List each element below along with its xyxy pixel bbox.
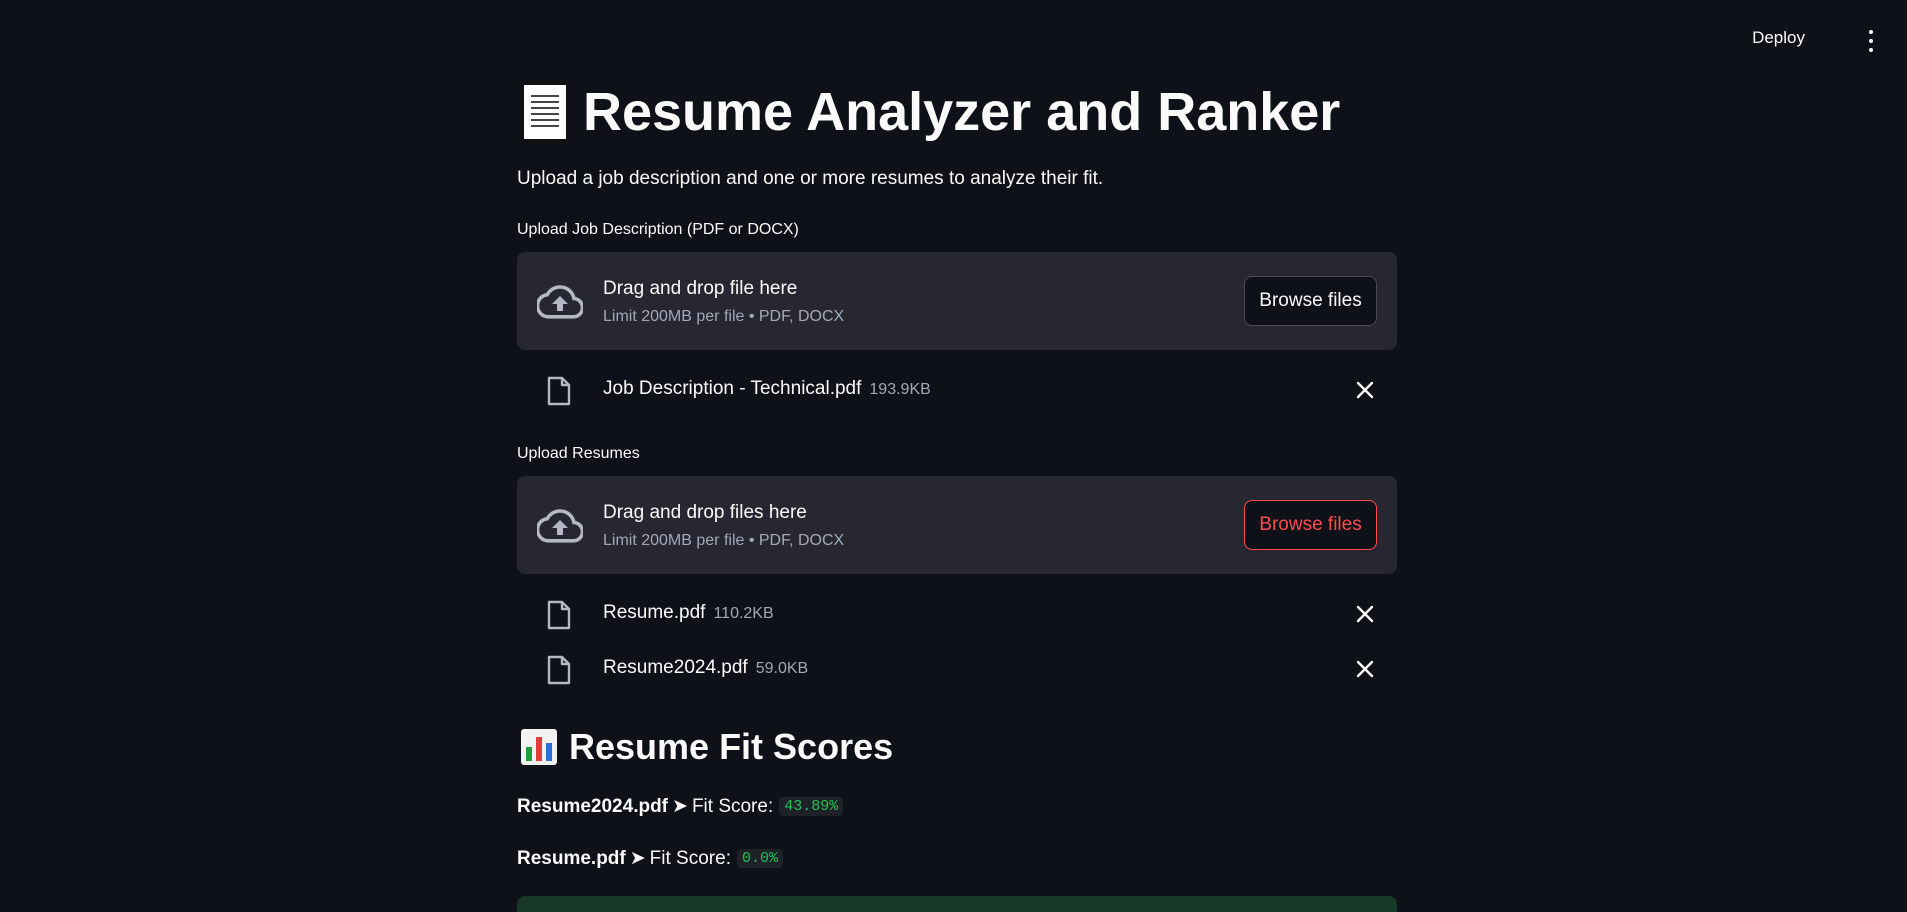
page-facing-up-icon — [521, 82, 569, 142]
cloud-upload-icon — [537, 509, 583, 543]
score-label: Fit Score: — [691, 795, 774, 817]
page-title: Resume Analyzer and Ranker — [517, 78, 1340, 146]
score-value: 0.0% — [736, 849, 783, 868]
resumes-label: Upload Resumes — [517, 445, 640, 462]
file-size: 59.0KB — [755, 660, 809, 677]
dropzone-limit-text: Limit 200MB per file • PDF, DOCX — [603, 532, 845, 549]
browse-files-button[interactable]: Browse files — [1244, 276, 1377, 326]
file-size: 110.2KB — [713, 605, 774, 622]
file-name: Job Description - Technical.pdf — [603, 378, 862, 399]
arrow-icon: ➤ — [629, 848, 646, 869]
uploaded-file-row: Job Description - Technical.pdf 193.9KB — [517, 370, 1397, 410]
file-icon — [547, 600, 571, 630]
resumes-dropzone[interactable]: Drag and drop files here Limit 200MB per… — [517, 476, 1397, 574]
results-title-text: Resume Fit Scores — [569, 726, 894, 767]
file-icon — [547, 655, 571, 685]
page-subtitle: Upload a job description and one or more… — [517, 168, 1104, 189]
score-line: Resume.pdf ➤ Fit Score: 0.0% — [517, 847, 783, 870]
top-toolbar: Deploy — [0, 0, 1907, 80]
job-description-dropzone[interactable]: Drag and drop file here Limit 200MB per … — [517, 252, 1397, 350]
job-description-label: Upload Job Description (PDF or DOCX) — [517, 221, 799, 238]
more-vertical-icon[interactable] — [1863, 30, 1879, 52]
results-title: Resume Fit Scores — [517, 726, 893, 768]
score-label: Fit Score: — [649, 847, 731, 869]
file-name: Resume.pdf — [603, 602, 706, 623]
dropzone-limit-text: Limit 200MB per file • PDF, DOCX — [603, 308, 845, 325]
page-title-text: Resume Analyzer and Ranker — [583, 82, 1341, 142]
bar-chart-icon — [521, 729, 557, 765]
dropzone-title: Drag and drop files here — [603, 502, 807, 523]
uploaded-file-row: Resume.pdf 110.2KB — [517, 594, 1397, 634]
file-icon — [547, 376, 571, 406]
dropzone-title: Drag and drop file here — [603, 278, 798, 299]
cloud-upload-icon — [537, 285, 583, 319]
close-icon[interactable] — [1355, 604, 1375, 624]
deploy-button[interactable]: Deploy — [1752, 28, 1805, 48]
score-file-name: Resume2024.pdf — [517, 795, 669, 817]
file-size: 193.9KB — [869, 381, 931, 398]
browse-files-button[interactable]: Browse files — [1244, 500, 1377, 550]
file-name: Resume2024.pdf — [603, 657, 748, 678]
success-alert — [517, 896, 1397, 912]
score-line: Resume2024.pdf ➤ Fit Score: 43.89% — [517, 795, 844, 818]
arrow-icon: ➤ — [672, 796, 688, 817]
close-icon[interactable] — [1355, 380, 1375, 400]
uploaded-file-row: Resume2024.pdf 59.0KB — [517, 649, 1397, 689]
close-icon[interactable] — [1355, 659, 1375, 679]
score-value: 43.89% — [779, 797, 844, 816]
score-file-name: Resume.pdf — [517, 847, 626, 869]
